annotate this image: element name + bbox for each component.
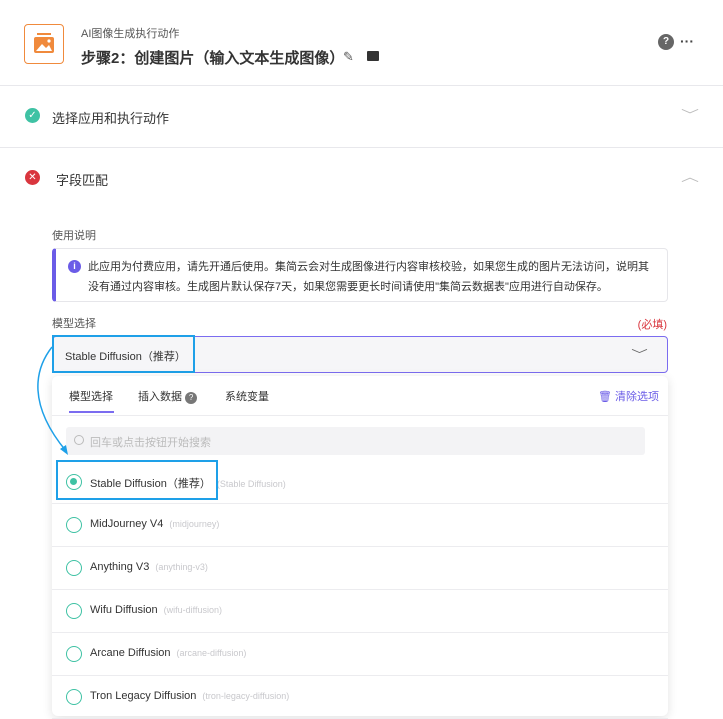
section-field-mapping[interactable]: ✕ 字段匹配 ︿: [0, 148, 723, 206]
option-label: MidJourney V4: [90, 518, 164, 530]
section-select-app[interactable]: ✓ 选择应用和执行动作 ﹀: [0, 86, 723, 146]
radio: [66, 646, 82, 662]
option-item[interactable]: MidJourney V4 (midjourney): [52, 504, 668, 547]
chevron-down-icon: ﹀: [631, 349, 648, 361]
option-item[interactable]: Arcane Diffusion (arcane-diffusion): [52, 633, 668, 676]
usage-text: 此应用为付费应用，请先开通后使用。集简云会对生成图像进行内容审核校验，如果您生成…: [88, 261, 649, 293]
option-label: Anything V3: [90, 561, 150, 573]
radio: [66, 517, 82, 533]
section-label: 字段匹配: [56, 173, 109, 188]
option-sub: (wifu-diffusion): [163, 605, 223, 615]
option-item[interactable]: Anything V3 (anything-v3): [52, 547, 668, 590]
highlight-box: [56, 460, 218, 500]
option-label: Wifu Diffusion: [90, 604, 158, 616]
annotation-arrow: [37, 346, 68, 455]
app-image-icon: [24, 24, 64, 64]
option-sub: (tron-legacy-diffusion): [202, 691, 290, 701]
comment-icon[interactable]: [367, 51, 379, 61]
option-label: Tron Legacy Diffusion: [90, 690, 197, 702]
chevron-up-icon: ︿: [680, 170, 700, 184]
search-placeholder: 回车或点击按钮开始搜索: [90, 437, 211, 449]
option-sub: (Stable Diffusion): [216, 479, 286, 489]
chevron-down-icon: ﹀: [680, 108, 700, 122]
tab-system-vars[interactable]: 系统变量: [225, 388, 269, 404]
trash-icon: 🗑︎: [597, 391, 612, 403]
option-sub: (anything-v3): [155, 562, 208, 572]
clear-options-button[interactable]: 🗑︎ 清除选项: [598, 388, 659, 404]
section-label: 选择应用和执行动作: [52, 111, 170, 126]
tab-label: 插入数据: [138, 391, 182, 403]
edit-icon[interactable]: ✎: [343, 49, 354, 65]
option-item[interactable]: Wifu Diffusion (wifu-diffusion): [52, 590, 668, 633]
model-dropdown: 模型选择 插入数据 ? 系统变量 🗑︎ 清除选项 回车或点击按钮开始搜索 Sta…: [52, 376, 668, 719]
option-label: Arcane Diffusion: [90, 647, 171, 659]
help-icon: ?: [185, 392, 198, 404]
required-mark: (必填): [637, 319, 667, 331]
clear-label: 清除选项: [615, 391, 659, 403]
more-icon[interactable]: ···: [680, 33, 694, 49]
error-icon: ✕: [25, 170, 40, 185]
usage-info-box: i 此应用为付费应用，请先开通后使用。集简云会对生成图像进行内容审核校验，如果您…: [52, 248, 668, 302]
tab-insert-data[interactable]: 插入数据 ?: [138, 388, 198, 404]
radio: [66, 560, 82, 576]
radio: [66, 689, 82, 705]
option-sub: (arcane-diffusion): [176, 648, 247, 658]
help-icon[interactable]: ?: [658, 34, 674, 50]
option-item[interactable]: Tron Legacy Diffusion (tron-legacy-diffus…: [52, 676, 668, 719]
step-title: 步骤2：创建图片（输入文本生成图像）: [81, 50, 345, 67]
info-icon: i: [68, 260, 81, 273]
option-sub: (midjourney): [169, 519, 220, 529]
check-icon: ✓: [25, 108, 40, 123]
step-app-name: AI图像生成执行动作: [81, 28, 180, 40]
search-input[interactable]: 回车或点击按钮开始搜索: [66, 427, 645, 455]
model-label: 模型选择: [52, 318, 96, 330]
radio: [66, 603, 82, 619]
usage-label: 使用说明: [52, 230, 96, 242]
